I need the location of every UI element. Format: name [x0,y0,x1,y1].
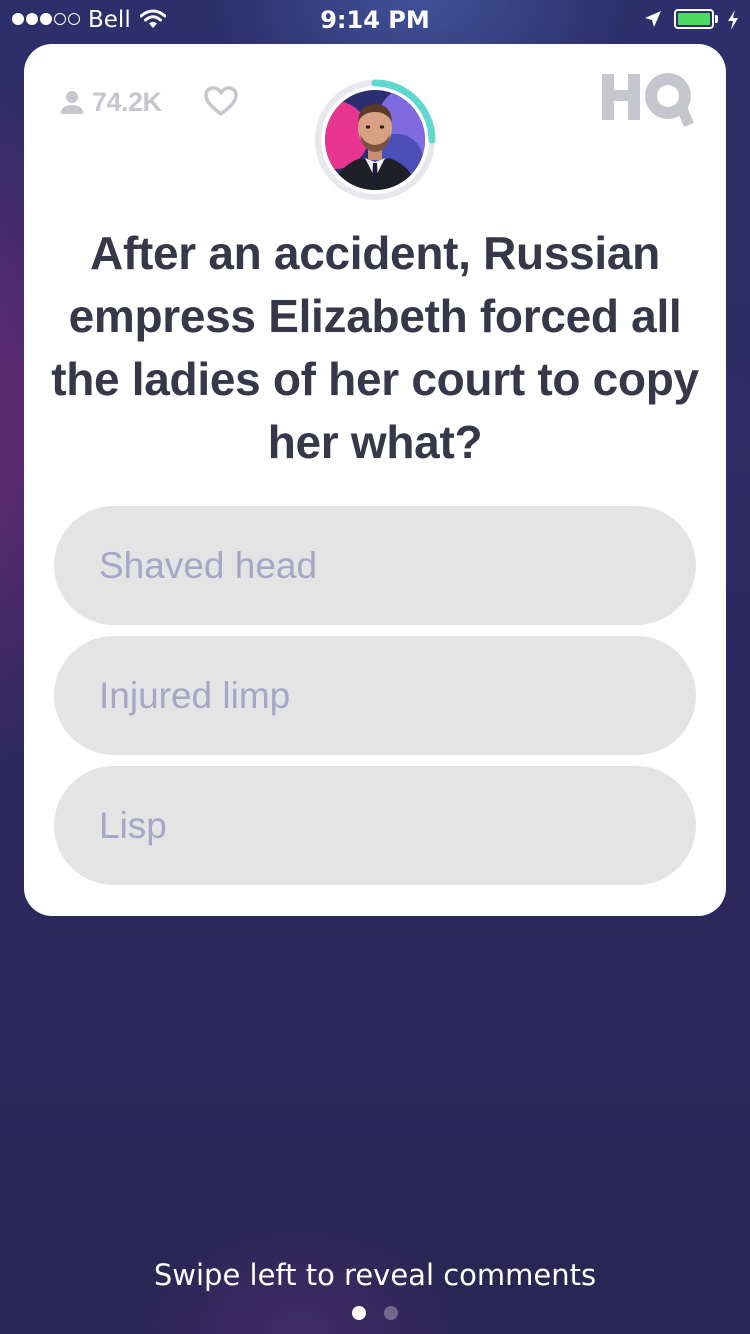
battery-body [674,9,714,29]
host-avatar [314,79,436,201]
battery-tip [715,15,718,23]
status-time: 9:14 PM [320,6,430,34]
page-dot-1[interactable] [352,1306,366,1320]
viewer-count: 74.2K [92,86,162,117]
answer-option-1[interactable]: Shaved head [54,506,696,625]
battery-icon [674,9,720,31]
question-text: After an accident, Russian empress Eliza… [51,227,699,468]
status-bar: Bell 9:14 PM [0,0,750,40]
answer-option-2[interactable]: Injured limp [54,636,696,755]
viewer-count-group: 74.2K [60,86,162,117]
hq-logo [602,73,694,127]
person-icon [61,91,83,114]
question-card: 74.2K After an accident, Russian empress… [24,44,726,916]
charging-bolt-icon [728,10,738,30]
page-dot-2[interactable] [384,1306,398,1320]
page-indicator[interactable] [352,1306,398,1320]
answer-option-3[interactable]: Lisp [54,766,696,885]
host-photo [325,90,425,190]
location-arrow-icon [645,11,661,27]
swipe-hint: Swipe left to reveal comments [153,1258,597,1292]
battery-level [678,13,710,25]
answer-list: Shaved head Injured limp Lisp [54,506,696,896]
heart-icon[interactable] [204,86,238,116]
